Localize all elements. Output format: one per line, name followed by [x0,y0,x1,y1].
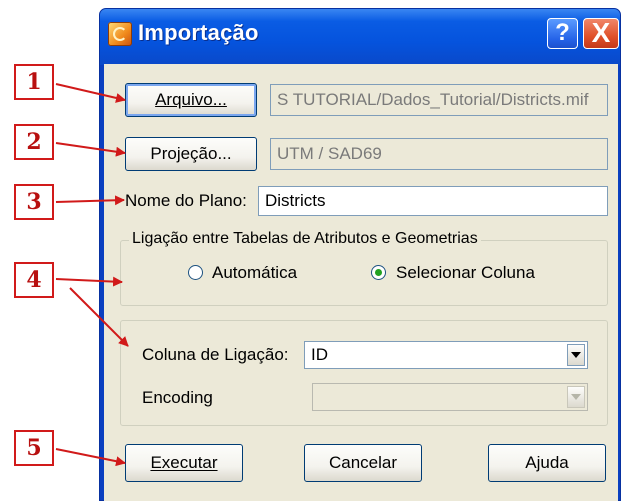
cancelar-button-label: Cancelar [328,453,398,472]
projecao-field[interactable]: UTM / SAD69 [270,138,608,170]
arquivo-button-label: Arquivo... [155,90,227,109]
coluna-dropdown-icon[interactable] [567,344,585,366]
radio-automatica[interactable] [188,265,203,280]
close-icon[interactable]: X [583,18,619,49]
coluna-select[interactable]: ID [304,341,588,369]
encoding-select[interactable] [312,383,588,411]
callout-2: 2 [14,124,54,160]
executar-button[interactable]: Executar [125,444,243,482]
callout-4: 4 [14,262,54,298]
callout-3: 3 [14,184,54,220]
app-icon [108,22,132,46]
coluna-label: Coluna de Ligação: [142,345,289,364]
radio-automatica-label: Automática [212,263,298,282]
radio-selecionar-coluna[interactable] [371,265,386,280]
ligacao-legend: Ligação entre Tabelas de Atributos e Geo… [129,230,481,248]
executar-button-label: Executar [150,453,218,472]
callout-1: 1 [14,64,54,100]
arquivo-path-field[interactable]: S TUTORIAL/Dados_Tutorial/Districts.mif [270,84,608,116]
callout-5: 5 [14,430,54,466]
window-title: Importação [138,20,259,45]
arquivo-button[interactable]: Arquivo... [125,83,257,117]
ajuda-button-label: Ajuda [525,453,569,472]
plano-label: Nome do Plano: [125,191,247,210]
encoding-label: Encoding [142,388,213,407]
ajuda-button[interactable]: Ajuda [488,444,606,482]
projecao-button[interactable]: Projeção... [125,137,257,171]
help-icon[interactable]: ? [547,18,578,49]
radio-selecionar-coluna-label: Selecionar Coluna [396,263,535,282]
projecao-button-label: Projeção... [150,144,232,163]
encoding-dropdown-icon[interactable] [567,386,585,408]
plano-input[interactable]: Districts [258,186,608,216]
cancelar-button[interactable]: Cancelar [304,444,422,482]
